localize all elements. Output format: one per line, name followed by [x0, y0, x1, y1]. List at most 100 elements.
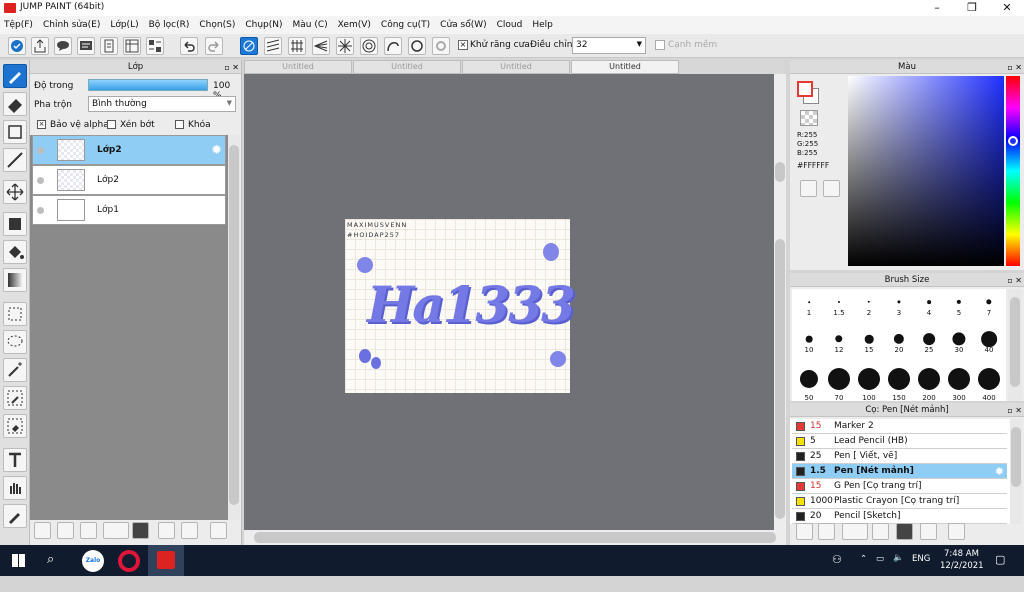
no-ruler-icon[interactable]	[240, 37, 258, 55]
visibility-icon[interactable]	[37, 177, 44, 184]
gradient-tool-icon[interactable]	[3, 268, 27, 292]
pen-list-item[interactable]: 20 Pencil [Sketch]	[792, 509, 1007, 524]
menu-filter[interactable]: Bộ lọc(R)	[149, 20, 190, 30]
brush-tool-icon[interactable]	[3, 64, 27, 88]
panel-close-icon[interactable]: ▫ ✕	[224, 61, 239, 75]
fill-rectangle-tool-icon[interactable]	[3, 212, 27, 236]
layer-row[interactable]: Lớp2	[32, 165, 226, 195]
opera-browser-icon[interactable]	[118, 550, 140, 572]
brush-size-cell[interactable]: 400	[974, 367, 1004, 402]
brush-size-cell[interactable]: 200	[914, 367, 944, 402]
pen-list-item[interactable]: 1.5 Pen [Nét mảnh] ✹	[792, 464, 1007, 479]
lock-checkbox[interactable]	[175, 120, 184, 129]
brush-size-cell[interactable]: 7	[974, 293, 1004, 323]
bucket-fill-tool-icon[interactable]	[3, 240, 27, 264]
brush-size-cell[interactable]: 4	[914, 293, 944, 323]
brush-size-cell[interactable]: 70	[824, 367, 854, 402]
comment-icon[interactable]	[77, 37, 95, 55]
vertical-scrollbar-thumb[interactable]	[775, 162, 785, 182]
parallel-lines-icon[interactable]	[264, 37, 282, 55]
network-icon[interactable]: ▭	[876, 554, 884, 585]
concentric-icon[interactable]	[360, 37, 378, 55]
lasso-select-icon[interactable]	[3, 330, 27, 354]
blend-select[interactable]: Bình thường ▼	[88, 96, 236, 112]
tab-untitled-3[interactable]: Untitled	[462, 60, 570, 74]
brush-import-icon[interactable]	[796, 523, 813, 540]
merge-layer-icon[interactable]	[181, 522, 198, 539]
visibility-icon[interactable]	[37, 207, 44, 214]
foreground-color-swatch[interactable]	[797, 81, 813, 97]
menu-select[interactable]: Chọn(S)	[199, 20, 235, 30]
menu-edit[interactable]: Chỉnh sửa(E)	[43, 20, 100, 30]
pen-list-scrollbar[interactable]	[1010, 419, 1022, 524]
canvas-horizontal-scrollbar[interactable]	[244, 530, 786, 545]
close-button[interactable]: ✕	[990, 0, 1024, 16]
brush-size-cell[interactable]: 50	[794, 367, 824, 402]
brush-size-cell[interactable]: 1.5	[824, 293, 854, 323]
line-tool-icon[interactable]	[3, 148, 27, 172]
export-icon[interactable]	[31, 37, 49, 55]
brush-size-cell[interactable]: 3	[884, 293, 914, 323]
menu-view[interactable]: Xem(V)	[338, 20, 371, 30]
brush-size-cell[interactable]: 150	[884, 367, 914, 402]
people-icon[interactable]: ⚇	[832, 553, 842, 584]
minimize-button[interactable]: –	[920, 0, 954, 16]
brush-size-cell[interactable]: 2	[854, 293, 884, 323]
brush-size-scrollbar[interactable]	[1008, 289, 1022, 401]
panel-close-icon[interactable]: ▫ ✕	[1007, 274, 1022, 288]
new-vector-layer-icon[interactable]	[80, 522, 97, 539]
brush-size-cell[interactable]: 25	[914, 330, 944, 360]
menu-file[interactable]: Tệp(F)	[4, 20, 33, 30]
hue-slider-handle[interactable]	[1008, 136, 1018, 146]
layer-scrollbar-thumb[interactable]	[229, 145, 239, 505]
magic-wand-icon[interactable]	[3, 358, 27, 382]
select-pen-icon[interactable]	[3, 386, 27, 410]
layer-scrollbar[interactable]	[228, 135, 240, 520]
windows-start-icon[interactable]	[12, 554, 25, 567]
grid-panel-icon[interactable]	[123, 37, 141, 55]
folder-icon[interactable]	[132, 522, 149, 539]
delete-layer-icon[interactable]	[210, 522, 227, 539]
brush-new-icon[interactable]	[872, 523, 889, 540]
search-icon[interactable]: ⌕	[47, 552, 54, 567]
eraser-tool-icon[interactable]	[3, 92, 27, 116]
menu-cloud[interactable]: Cloud	[497, 20, 523, 30]
move-tool-icon[interactable]	[3, 180, 27, 204]
brush-size-cell[interactable]: 30	[944, 330, 974, 360]
palette-edit-icon[interactable]	[823, 180, 840, 197]
vertical-scrollbar-thumb-lower[interactable]	[775, 239, 785, 519]
add-layer-menu-icon[interactable]	[103, 522, 129, 539]
brush-size-cell[interactable]: 100	[854, 367, 884, 402]
pen-list-item[interactable]: 1000 Plastic Crayon [Cọ trang trí]	[792, 494, 1007, 509]
radial-lines-icon[interactable]	[336, 37, 354, 55]
brush-size-cell[interactable]: 20	[884, 330, 914, 360]
horizontal-scrollbar-thumb[interactable]	[254, 532, 776, 543]
eyedropper-tool-icon[interactable]	[3, 504, 27, 528]
tab-untitled-1[interactable]: Untitled	[244, 60, 352, 74]
zalo-app-icon[interactable]: Zalo	[82, 550, 104, 572]
hand-tool-icon[interactable]	[3, 476, 27, 500]
clipping-checkbox[interactable]	[107, 120, 116, 129]
cloud-icon[interactable]	[8, 37, 26, 55]
brush-size-cell[interactable]: 40	[974, 330, 1004, 360]
layout-icon[interactable]	[146, 37, 164, 55]
menu-capture[interactable]: Chụp(N)	[245, 20, 282, 30]
new-layer-icon[interactable]	[34, 522, 51, 539]
pen-list-scrollbar-thumb[interactable]	[1011, 427, 1021, 487]
adjust-input[interactable]: 32 ▼	[572, 37, 646, 54]
brush-size-scrollbar-thumb[interactable]	[1010, 297, 1020, 387]
protect-alpha-checkbox[interactable]: ×	[37, 120, 46, 129]
hue-slider[interactable]	[1006, 76, 1020, 266]
brush-size-cell[interactable]: 10	[794, 330, 824, 360]
menu-window[interactable]: Cửa sổ(W)	[440, 20, 486, 30]
antialias-checkbox[interactable]: ×	[458, 40, 468, 50]
new-text-layer-icon[interactable]	[57, 522, 74, 539]
panel-close-icon[interactable]: ▫ ✕	[1007, 61, 1022, 75]
marquee-select-icon[interactable]	[3, 302, 27, 326]
brush-size-cell[interactable]: 300	[944, 367, 974, 402]
brush-size-cell[interactable]: 1	[794, 293, 824, 323]
brush-size-cell[interactable]: 12	[824, 330, 854, 360]
pen-list-item[interactable]: 5 Lead Pencil (HB)	[792, 434, 1007, 449]
brush-delete-icon[interactable]	[948, 523, 965, 540]
smooth-checkbox[interactable]	[655, 40, 665, 50]
